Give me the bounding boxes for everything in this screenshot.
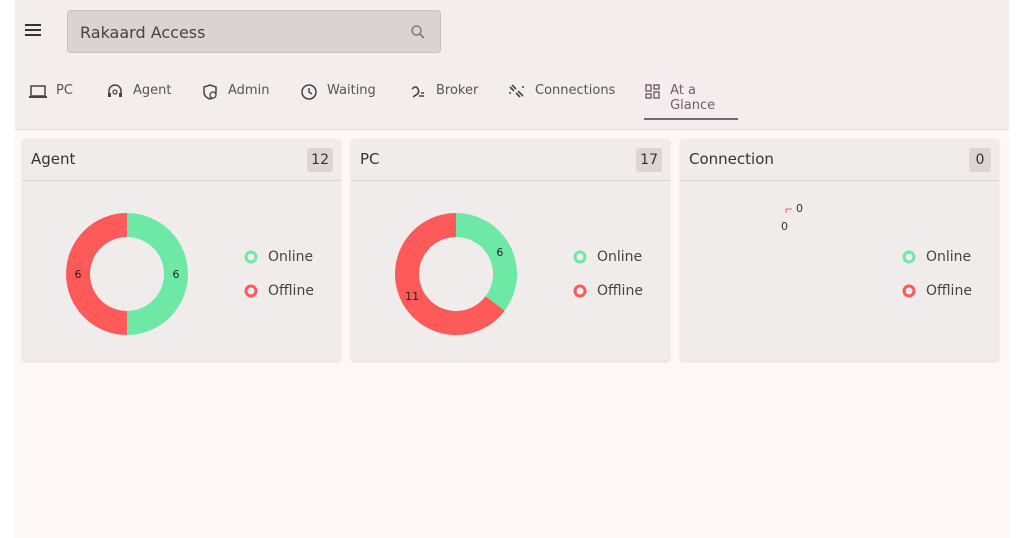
- card-header: Agent 12: [22, 139, 341, 181]
- legend-label: Online: [268, 249, 314, 265]
- card-header: Connection 0: [680, 139, 999, 181]
- offline-legend-icon: [902, 284, 916, 298]
- slice-label-online: 0: [796, 202, 803, 215]
- tab-label: Connections: [535, 83, 616, 98]
- connections-icon: [507, 83, 527, 101]
- search-icon[interactable]: [410, 24, 426, 40]
- slice-label-online: 6: [496, 246, 503, 259]
- hamburger-menu-icon[interactable]: [23, 20, 45, 42]
- tab-admin[interactable]: Admin: [200, 78, 269, 122]
- tab-label: Broker: [436, 83, 479, 98]
- legend-online[interactable]: Online: [573, 247, 643, 267]
- online-legend-icon: [573, 250, 587, 264]
- agent-donut-chart: 66: [66, 213, 188, 335]
- broker-icon: [408, 83, 428, 101]
- online-legend-icon: [902, 250, 916, 264]
- chart-legend: Online Offline: [573, 247, 643, 315]
- pc-donut-chart: 6 11: [395, 213, 517, 335]
- legend-offline[interactable]: Offline: [244, 281, 314, 301]
- tab-label: Agent: [133, 83, 172, 98]
- count-badge: 12: [307, 148, 333, 172]
- slice-label-offline: 11: [405, 290, 419, 303]
- legend-offline[interactable]: Offline: [902, 281, 972, 301]
- card-title: Connection: [689, 150, 774, 168]
- tab-connections[interactable]: Connections: [507, 78, 615, 122]
- count-badge: 0: [969, 148, 991, 172]
- search-input[interactable]: [80, 20, 400, 44]
- admin-icon: [200, 83, 220, 101]
- legend-label: Offline: [926, 283, 972, 299]
- legend-offline[interactable]: Offline: [573, 281, 643, 301]
- legend-label: Online: [597, 249, 643, 265]
- legend-label: Offline: [597, 283, 643, 299]
- tab-bar: PC Agent Admin Waiting Broker Connection…: [15, 78, 1009, 122]
- connection-donut-chart: 00: [781, 202, 803, 233]
- offline-legend-icon: [244, 284, 258, 298]
- legend-label: Offline: [268, 283, 314, 299]
- card-header: PC 17: [351, 139, 670, 181]
- legend-online[interactable]: Online: [244, 247, 314, 267]
- tab-label: At a Glance: [670, 83, 716, 113]
- empty-slice-marker: [785, 208, 792, 213]
- search-box[interactable]: [67, 10, 441, 53]
- tab-label: Admin: [228, 83, 270, 98]
- card-title: Agent: [31, 150, 76, 168]
- slice-label-offline: 6: [75, 268, 82, 281]
- clock-icon: [299, 83, 319, 101]
- slice-online: [456, 213, 517, 311]
- tab-label: Waiting: [327, 83, 376, 98]
- tab-at-a-glance[interactable]: At a Glance: [644, 78, 738, 122]
- tab-waiting[interactable]: Waiting: [299, 78, 376, 122]
- connection-card: Connection 0 00 Online Offline: [680, 139, 999, 361]
- pc-card: PC 17 6 11 Online Offline: [351, 139, 670, 361]
- top-bar: PC Agent Admin Waiting: [15, 0, 1009, 130]
- legend-online[interactable]: Online: [902, 247, 972, 267]
- tab-pc[interactable]: PC: [28, 78, 73, 122]
- slice-label-online: 6: [173, 268, 180, 281]
- tab-agent[interactable]: Agent: [105, 78, 171, 122]
- slice-label-offline: 0: [781, 220, 788, 233]
- tab-label: PC: [56, 83, 73, 98]
- count-badge: 17: [636, 148, 662, 172]
- headset-icon: [105, 83, 125, 101]
- online-legend-icon: [244, 250, 258, 264]
- agent-card: Agent 12 66 Online Offline: [22, 139, 341, 361]
- laptop-icon: [28, 83, 48, 101]
- chart-legend: Online Offline: [902, 247, 972, 315]
- offline-legend-icon: [573, 284, 587, 298]
- chart-legend: Online Offline: [244, 247, 314, 315]
- dashboard-icon: [644, 83, 662, 101]
- card-title: PC: [360, 150, 380, 168]
- legend-label: Online: [926, 249, 972, 265]
- app-window: PC Agent Admin Waiting: [15, 0, 1009, 538]
- tab-broker[interactable]: Broker: [408, 78, 478, 122]
